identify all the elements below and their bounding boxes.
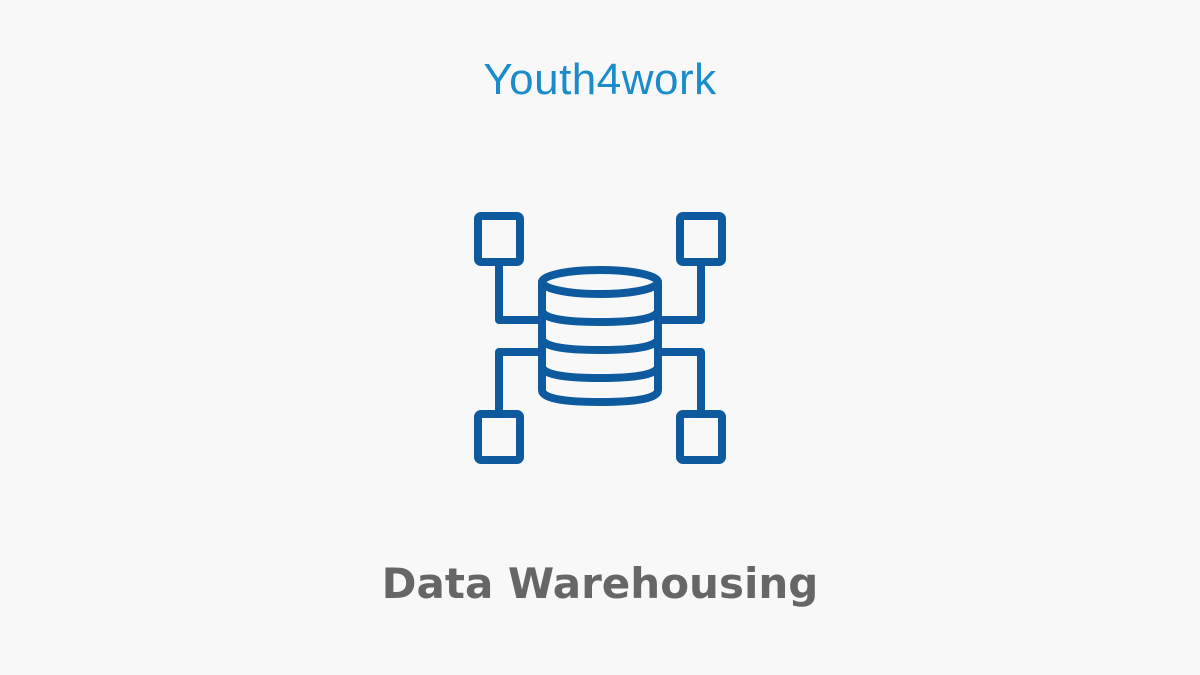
- node-top-right-icon: [676, 212, 726, 266]
- connector-top-left: [495, 258, 546, 324]
- topic-title: Data Warehousing: [381, 559, 819, 608]
- node-top-left-icon: [474, 212, 524, 266]
- connector-top-right: [654, 258, 705, 324]
- data-warehouse-icon: [472, 210, 728, 466]
- database-cylinder-icon: [538, 266, 662, 406]
- brand-logo-text: Youth4work: [483, 55, 717, 104]
- banner: Youth4work Data Warehousing: [0, 0, 1200, 675]
- connector-bottom-right: [654, 348, 705, 418]
- node-bottom-left-icon: [474, 410, 524, 464]
- node-bottom-right-icon: [676, 410, 726, 464]
- connector-bottom-left: [495, 348, 546, 418]
